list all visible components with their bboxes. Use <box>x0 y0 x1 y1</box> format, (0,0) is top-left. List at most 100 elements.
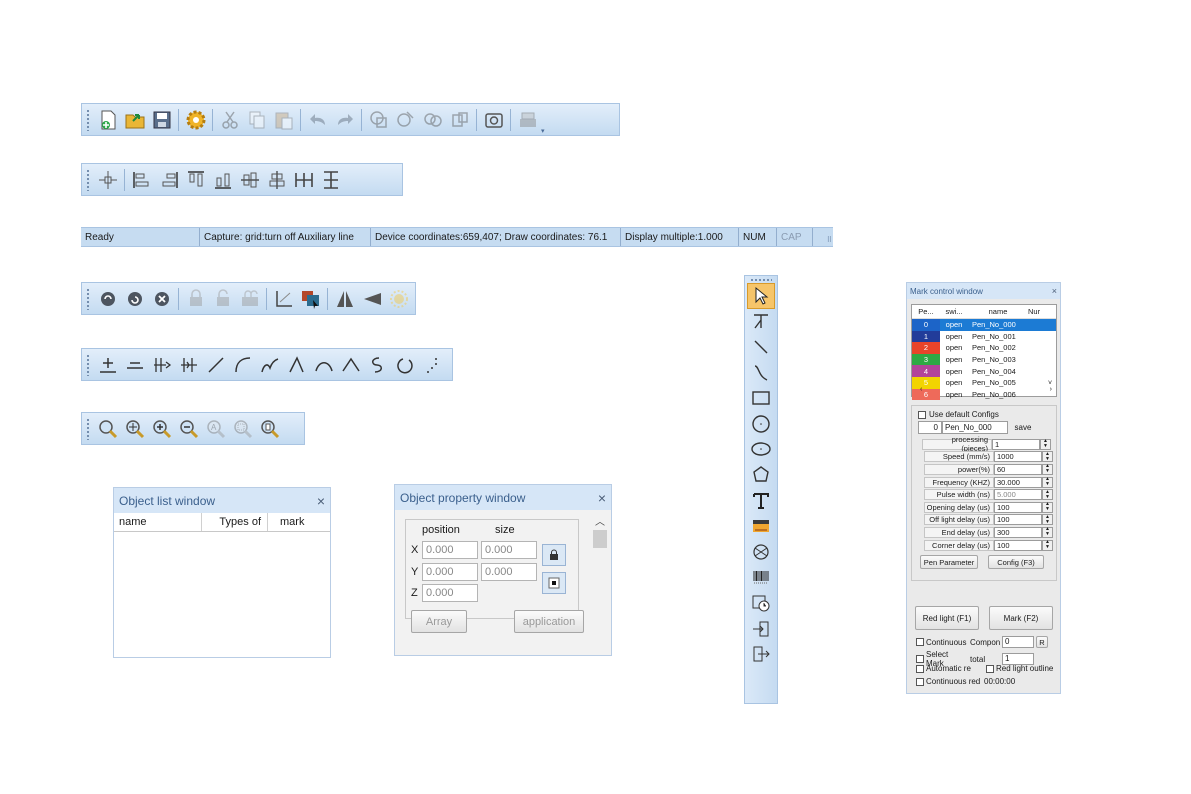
group-icon[interactable] <box>365 106 392 133</box>
align-horizontal-center-icon[interactable] <box>236 166 263 193</box>
new-file-icon[interactable] <box>94 106 121 133</box>
zoom-icon[interactable] <box>94 415 121 442</box>
close-icon[interactable]: × <box>1052 286 1057 296</box>
zoom-pan-icon[interactable] <box>121 415 148 442</box>
zoom-in-icon[interactable] <box>148 415 175 442</box>
scroll-right-icon[interactable]: › <box>1050 386 1052 396</box>
mirror-vertical-icon[interactable] <box>358 285 385 312</box>
sun-icon[interactable] <box>385 285 412 312</box>
polygon-tool-icon[interactable] <box>747 462 775 488</box>
symmetric-node-icon[interactable] <box>310 351 337 378</box>
horizontal-scrollbar[interactable]: ‹ › <box>912 386 1056 396</box>
equal-width-icon[interactable] <box>290 166 317 193</box>
spin-button[interactable]: ▲ ▼ <box>1042 451 1053 463</box>
spin-button[interactable]: ▲ ▼ <box>1042 539 1053 551</box>
to-curve-icon[interactable] <box>229 351 256 378</box>
ungroup-icon[interactable] <box>392 106 419 133</box>
vertical-scrollbar[interactable]: ︿ <box>592 513 608 651</box>
unlock-object-icon[interactable] <box>209 285 236 312</box>
cusp-icon[interactable] <box>256 351 283 378</box>
param-input[interactable]: 300 <box>994 526 1042 538</box>
select-mark-checkbox[interactable] <box>916 655 924 663</box>
x-size-input[interactable]: 0.000 <box>481 541 537 559</box>
continuous-checkbox[interactable] <box>916 638 924 646</box>
toolbar-overflow-chevron[interactable]: ▾ <box>541 104 547 135</box>
to-line-icon[interactable] <box>202 351 229 378</box>
toolbar-grip[interactable] <box>86 417 90 440</box>
align-left-icon[interactable] <box>128 166 155 193</box>
break-node-icon[interactable] <box>148 351 175 378</box>
scroll-up-icon[interactable]: ︿ <box>592 513 608 528</box>
add-node-icon[interactable] <box>94 351 121 378</box>
scroll-thumb[interactable] <box>593 530 607 548</box>
z-position-input[interactable]: 0.000 <box>422 584 478 602</box>
toolbar-grip[interactable] <box>86 108 90 131</box>
pen-row[interactable]: 1 open Pen_No_001 <box>912 330 1056 343</box>
spin-button[interactable]: ▲ ▼ <box>1042 463 1053 475</box>
param-input[interactable]: 1 <box>992 438 1040 450</box>
align-right-icon[interactable] <box>155 166 182 193</box>
x-position-input[interactable]: 0.000 <box>422 541 478 559</box>
align-bottom-icon[interactable] <box>209 166 236 193</box>
connect-icon[interactable] <box>94 285 121 312</box>
output-port-icon[interactable] <box>747 641 775 667</box>
pen-column-switch[interactable]: swi... <box>940 307 968 316</box>
y-position-input[interactable]: 0.000 <box>422 563 478 581</box>
scroll-down-icon[interactable]: ˅ <box>1046 380 1054 387</box>
open-file-icon[interactable] <box>121 106 148 133</box>
param-input[interactable]: 30.000 <box>994 476 1042 488</box>
align-center-icon[interactable] <box>94 166 121 193</box>
unlock-all-icon[interactable] <box>236 285 263 312</box>
param-input[interactable]: 100 <box>994 514 1042 526</box>
pen-row[interactable]: 3 open Pen_No_003 <box>912 353 1056 366</box>
pen-column-number-of-times[interactable]: Nur <box>1028 307 1044 316</box>
settings-gear-icon[interactable] <box>182 106 209 133</box>
compon-input[interactable]: 0 <box>1002 636 1034 648</box>
text-tool-icon[interactable] <box>747 488 775 514</box>
reset-count-button[interactable]: R <box>1036 636 1048 648</box>
continuous-red-checkbox[interactable] <box>916 677 924 686</box>
spin-button[interactable]: ▲ ▼ <box>1042 501 1053 513</box>
select-pointer-icon[interactable] <box>747 283 775 309</box>
pen-parameter-button[interactable]: Pen Parameter <box>920 555 978 570</box>
barcode-tool-icon[interactable] <box>747 565 775 591</box>
spin-button[interactable]: ▲ ▼ <box>1042 526 1053 538</box>
param-input[interactable]: 100 <box>994 539 1042 551</box>
pen-column-number[interactable]: Pe... <box>912 307 940 316</box>
input-port-icon[interactable] <box>747 616 775 642</box>
resize-grip-icon[interactable]: ⠿ <box>813 228 833 246</box>
zoom-selected-icon[interactable] <box>229 415 256 442</box>
param-input[interactable]: 5.000 <box>994 489 1042 501</box>
refresh-icon[interactable] <box>121 285 148 312</box>
delete-node-icon[interactable] <box>121 351 148 378</box>
align-vertical-center-icon[interactable] <box>263 166 290 193</box>
toolbar-grip[interactable] <box>86 353 90 376</box>
timer-tool-icon[interactable] <box>747 590 775 616</box>
cut-icon[interactable] <box>216 106 243 133</box>
toolbar-grip[interactable] <box>86 287 90 310</box>
close-icon[interactable]: × <box>598 490 606 506</box>
param-input[interactable]: 1000 <box>994 451 1042 463</box>
mirror-horizontal-icon[interactable] <box>331 285 358 312</box>
pen-row[interactable]: 2 open Pen_No_002 <box>912 342 1056 354</box>
lock-ratio-button[interactable] <box>542 544 566 566</box>
align-top-icon[interactable] <box>182 166 209 193</box>
automatic-checkbox[interactable] <box>916 664 924 673</box>
line-tool-icon[interactable] <box>747 334 775 360</box>
spin-button[interactable]: ▲ ▼ <box>1040 438 1051 450</box>
pen-row[interactable]: 4 open Pen_No_004 <box>912 365 1056 377</box>
red-light-button[interactable]: Red light (F1) <box>915 606 979 630</box>
zoom-out-icon[interactable] <box>175 415 202 442</box>
scroll-left-icon[interactable]: ‹ <box>920 386 922 396</box>
device-icon[interactable] <box>514 106 541 133</box>
vector-import-icon[interactable] <box>747 539 775 565</box>
layer-color-icon[interactable] <box>297 285 324 312</box>
close-icon[interactable]: × <box>317 493 325 509</box>
coordinate-axis-icon[interactable] <box>270 285 297 312</box>
curve-tool-icon[interactable] <box>747 360 775 386</box>
pen-row[interactable]: 0 open Pen_No_000 <box>912 319 1056 331</box>
equal-height-icon[interactable] <box>317 166 344 193</box>
lock-object-icon[interactable] <box>182 285 209 312</box>
config-button[interactable]: Config (F3) <box>988 555 1044 570</box>
uncombine-icon[interactable] <box>446 106 473 133</box>
